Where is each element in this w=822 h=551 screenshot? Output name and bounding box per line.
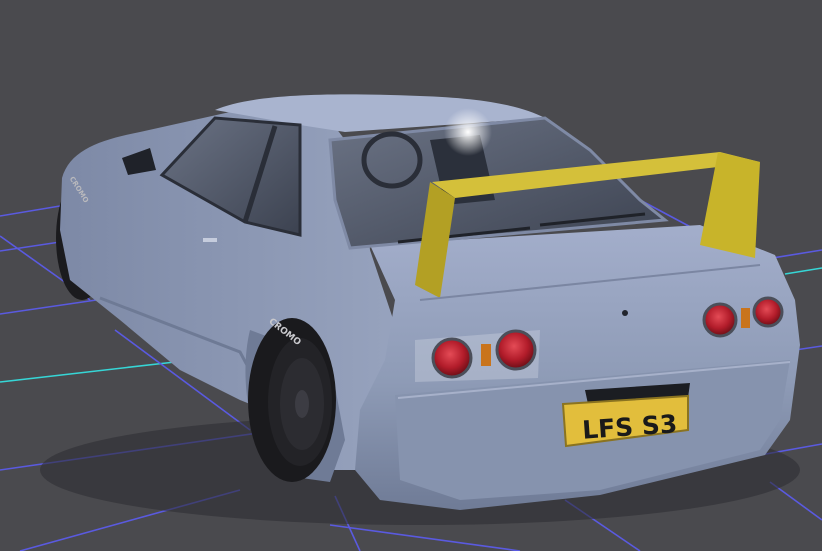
grid-line xyxy=(0,361,176,383)
door-handle xyxy=(203,238,217,242)
grid-line xyxy=(0,205,61,217)
grid-line xyxy=(784,267,822,275)
light-glare xyxy=(444,108,492,156)
trunk-lock xyxy=(622,310,628,316)
license-plate: LFS S3 xyxy=(561,394,689,448)
3d-viewport[interactable]: LFS S3 CROMO CROMO xyxy=(0,0,822,551)
grid-line xyxy=(0,297,111,315)
